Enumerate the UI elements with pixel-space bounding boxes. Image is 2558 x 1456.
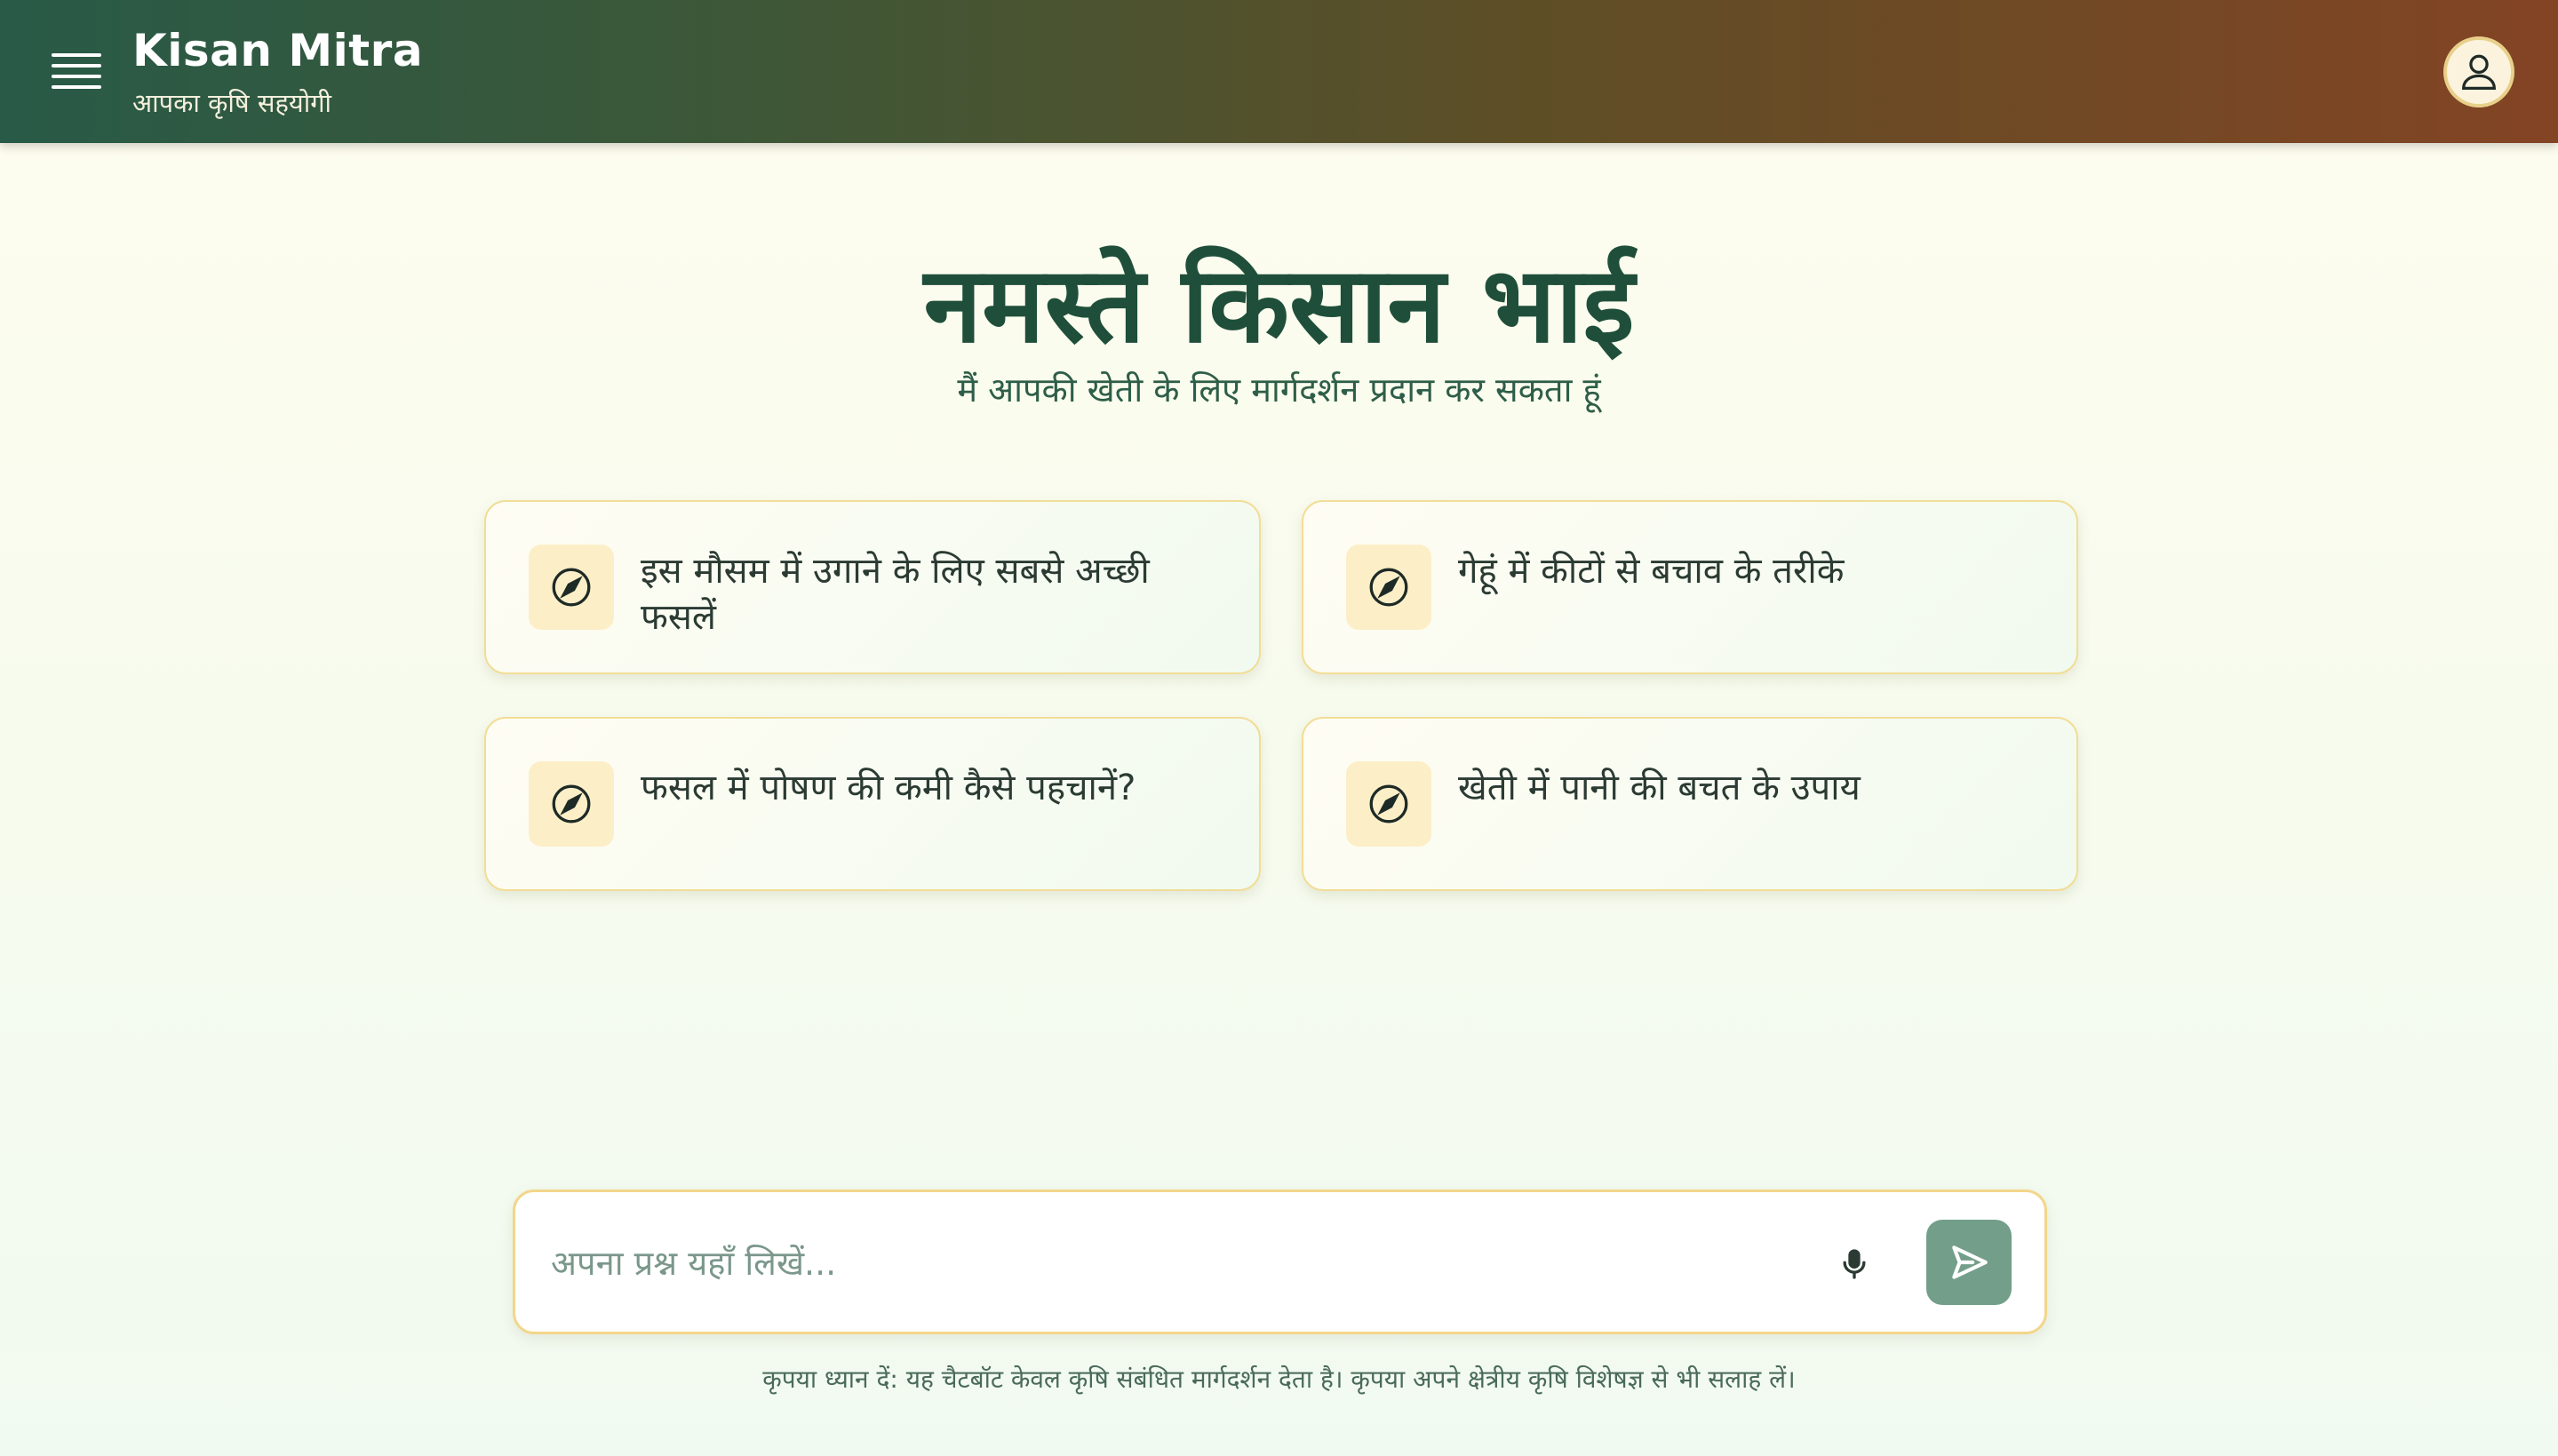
compass-icon (529, 545, 614, 630)
app-subtitle: आपका कृषि सहयोगी (132, 88, 332, 118)
disclaimer-text: कृपया ध्यान दें: यह चैटबॉट केवल कृषि संब… (762, 1365, 1796, 1394)
suggestion-label: खेती में पानी की बचत के उपाय (1458, 768, 1861, 808)
greeting-title: नमस्ते किसान भाई (923, 243, 1635, 366)
app-title: Kisan Mitra (132, 25, 424, 76)
suggestion-card-best-crops[interactable]: इस मौसम में उगाने के लिए सबसे अच्छी फसले… (484, 500, 1261, 674)
send-icon (1952, 1245, 1988, 1279)
suggestion-card-nutrient-deficiency[interactable]: फसल में पोषण की कमी कैसे पहचानें? (484, 717, 1261, 891)
compass-icon (1346, 545, 1431, 630)
hamburger-menu-icon[interactable] (52, 53, 101, 89)
compass-icon (529, 761, 614, 847)
chat-input-bar (513, 1189, 2047, 1334)
greeting-subtitle: मैं आपकी खेती के लिए मार्गदर्शन प्रदान क… (957, 370, 1601, 410)
question-input[interactable] (551, 1228, 1750, 1299)
microphone-button[interactable] (1830, 1240, 1878, 1288)
user-avatar-button[interactable] (2443, 36, 2514, 107)
suggestion-label: इस मौसम में उगाने के लिए सबसे अच्छी फसले… (641, 551, 1150, 638)
app-header: Kisan Mitra आपका कृषि सहयोगी (0, 0, 2558, 143)
suggestion-card-water-saving[interactable]: खेती में पानी की बचत के उपाय (1302, 717, 2078, 891)
suggestion-label: गेहूं में कीटों से बचाव के तरीके (1458, 551, 1845, 592)
compass-icon (1346, 761, 1431, 847)
suggestion-card-pest-control[interactable]: गेहूं में कीटों से बचाव के तरीके (1302, 500, 2078, 674)
send-button[interactable] (1926, 1220, 2012, 1305)
microphone-icon (1843, 1249, 1866, 1279)
user-icon (2462, 54, 2496, 91)
suggestion-label: फसल में पोषण की कमी कैसे पहचानें? (641, 768, 1136, 808)
